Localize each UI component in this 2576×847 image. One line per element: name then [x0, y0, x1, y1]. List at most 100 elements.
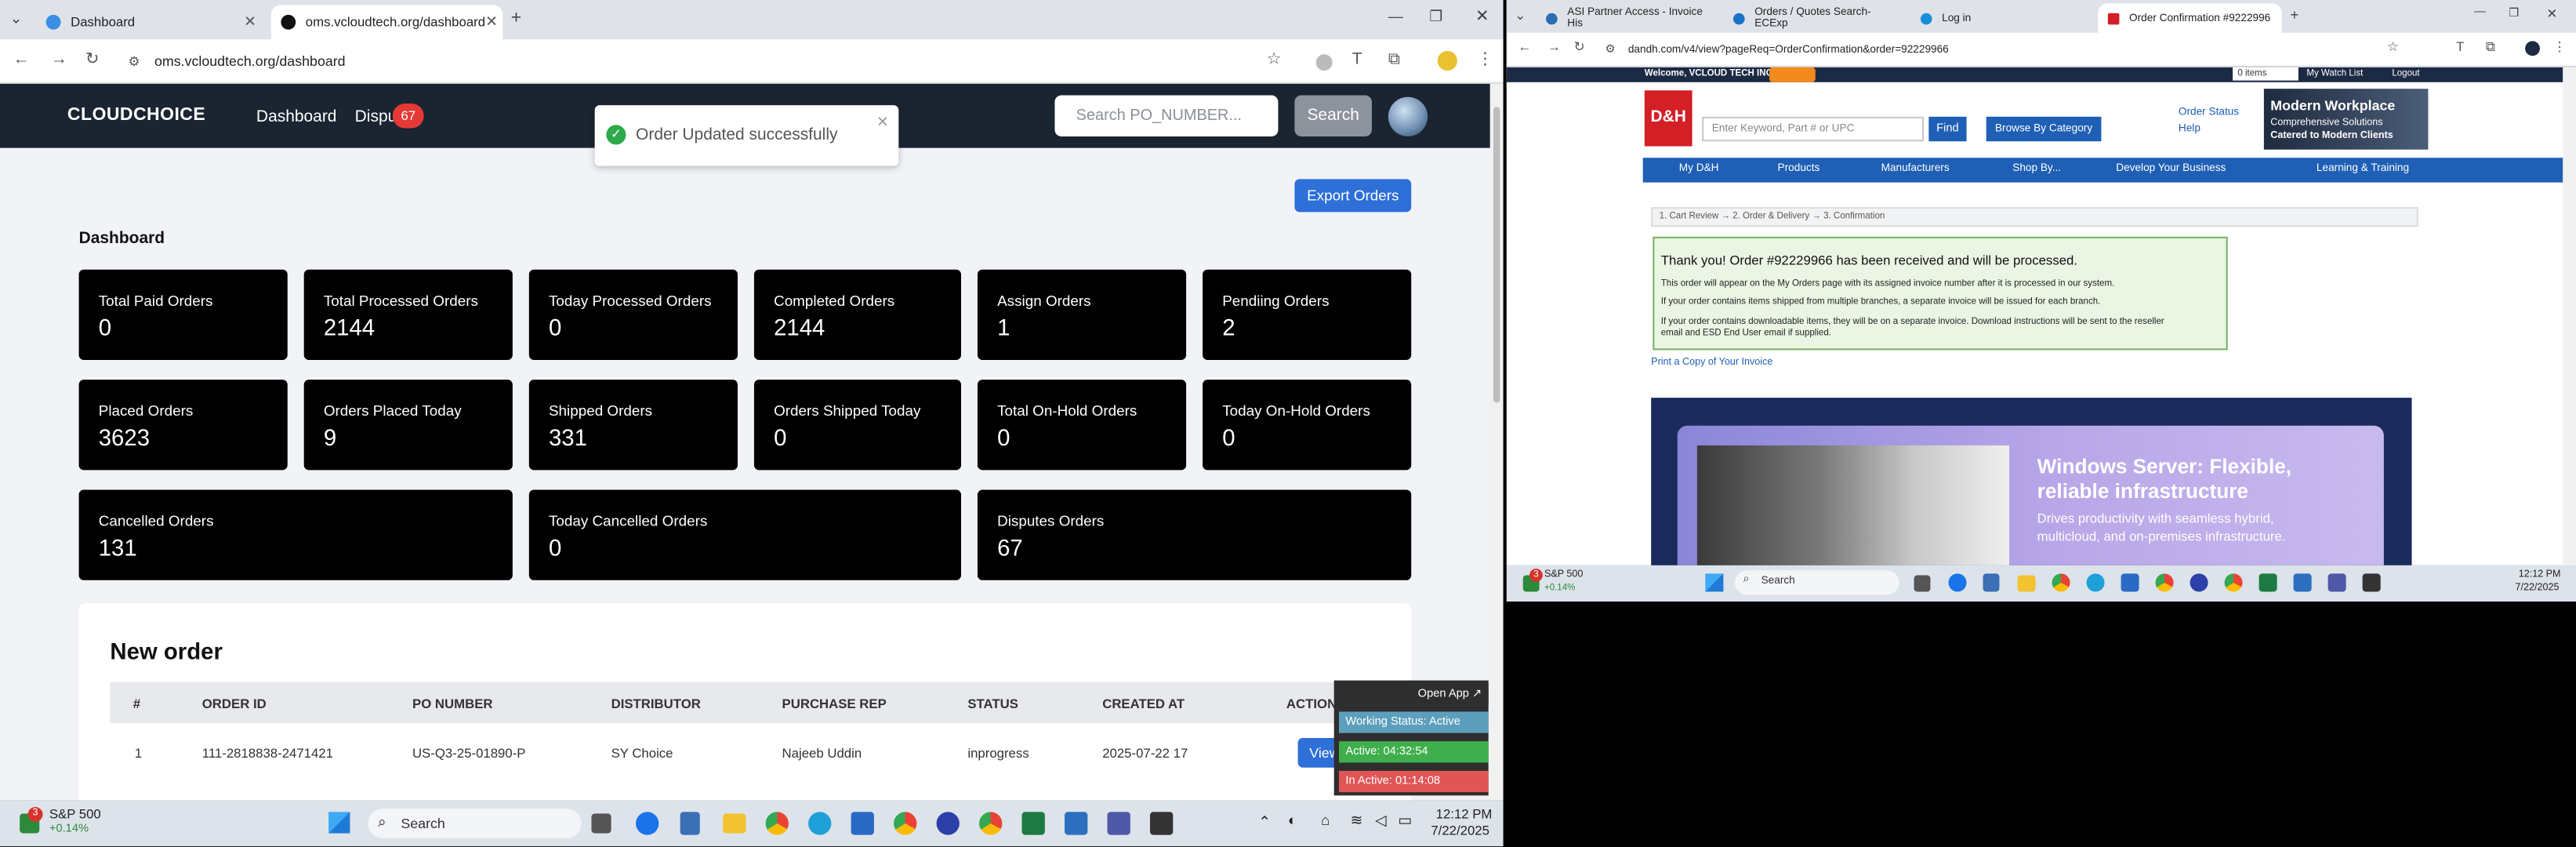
close-tab-icon[interactable]: ✕: [244, 13, 256, 31]
tab-orders-quotes[interactable]: Orders / Quotes Search- ECExp: [1723, 3, 1907, 33]
calculator-icon[interactable]: [680, 812, 700, 835]
tray-monitor-icon[interactable]: ⌂: [1321, 812, 1330, 828]
edge-icon[interactable]: [2086, 573, 2105, 592]
watch-list-link[interactable]: My Watch List: [2306, 69, 2363, 79]
chrome-icon[interactable]: [765, 812, 789, 835]
reload-icon[interactable]: ↻: [1574, 39, 1585, 54]
reload-icon[interactable]: ↻: [85, 51, 100, 69]
nav-disputes[interactable]: Dispu: [355, 108, 397, 126]
battery-icon[interactable]: ▭: [1398, 812, 1412, 830]
menu-manufacturers[interactable]: Manufacturers: [1881, 162, 1950, 174]
site-info-icon[interactable]: ⚙: [128, 49, 140, 74]
file-explorer-icon[interactable]: [2017, 575, 2036, 592]
bookmark-star-icon[interactable]: ☆: [1267, 51, 1282, 69]
forward-icon[interactable]: →: [1547, 39, 1561, 54]
wifi-icon[interactable]: ≋: [1351, 812, 1363, 830]
stat-card[interactable]: Pendiing Orders 2: [1203, 269, 1412, 360]
print-invoice-link[interactable]: Print a Copy of Your Invoice: [1651, 358, 1772, 369]
back-icon[interactable]: ←: [13, 51, 30, 69]
outlook-icon[interactable]: [2121, 573, 2139, 592]
logout-link[interactable]: Logout: [2392, 69, 2419, 79]
sticky-app-icon[interactable]: [2362, 573, 2381, 592]
tab-oms-dashboard[interactable]: oms.vcloudtech.org/dashboard ✕: [270, 5, 503, 40]
minimize-icon[interactable]: —: [1388, 8, 1403, 24]
dh-search-input[interactable]: Enter Keyword, Part # or UPC: [1702, 116, 1925, 142]
stat-card[interactable]: Disputes Orders 67: [977, 489, 1412, 580]
zoom-icon[interactable]: [936, 812, 960, 835]
back-icon[interactable]: ←: [1518, 39, 1531, 54]
scrollbar-thumb[interactable]: [1493, 107, 1500, 403]
tab-asi-partner[interactable]: ASI Partner Access - Invoice His: [1536, 3, 1720, 33]
remote-desktop-icon[interactable]: [1065, 812, 1088, 835]
help-link[interactable]: Help: [2179, 123, 2200, 135]
tray-chevron-icon[interactable]: ⌃: [1258, 813, 1271, 831]
clock-time[interactable]: 12:12 PM: [1436, 807, 1493, 822]
maximize-icon[interactable]: ❐: [2509, 6, 2519, 20]
calculator-icon[interactable]: [1983, 573, 2000, 592]
stat-card[interactable]: Total On-Hold Orders 0: [977, 380, 1187, 471]
menu-learning-training[interactable]: Learning & Training: [2317, 162, 2409, 174]
minimize-icon[interactable]: —: [2474, 6, 2486, 18]
chrome-profile-icon[interactable]: [894, 812, 917, 835]
close-window-icon[interactable]: ✕: [2546, 6, 2557, 21]
bookmark-star-icon[interactable]: ☆: [2387, 39, 2399, 54]
search-button[interactable]: Search: [1294, 95, 1372, 136]
cloudchoice-logo[interactable]: CLOUDCHOICE: [67, 105, 205, 125]
copilot-icon[interactable]: [1948, 573, 1967, 592]
stat-card[interactable]: Completed Orders 2144: [753, 269, 961, 360]
clock-date[interactable]: 7/22/2025: [1431, 823, 1489, 838]
menu-shop-by[interactable]: Shop By...: [2012, 162, 2061, 174]
windows-start-icon[interactable]: [1705, 573, 1724, 592]
clock-date[interactable]: 7/22/2025: [2516, 583, 2560, 594]
volume-icon[interactable]: ◁: [1375, 812, 1387, 830]
excel-icon[interactable]: [2259, 573, 2277, 592]
chrome-alt-icon[interactable]: [2224, 573, 2243, 592]
windows-server-banner[interactable]: Windows Server: Flexible, reliable infra…: [1651, 398, 2412, 565]
tab-log-in[interactable]: Log in: [1910, 3, 2095, 33]
close-tab-icon[interactable]: ✕: [485, 13, 498, 31]
nav-dashboard[interactable]: Dashboard: [256, 108, 337, 126]
po-search-input[interactable]: Search PO_NUMBER...: [1054, 95, 1279, 136]
menu-products[interactable]: Products: [1778, 162, 1820, 174]
order-status-link[interactable]: Order Status: [2179, 107, 2239, 118]
new-tab-icon[interactable]: +: [2290, 6, 2298, 23]
url-field[interactable]: ⚙ dandh.com/v4/view?pageReq=OrderConfirm…: [1602, 39, 1948, 60]
task-view-icon[interactable]: [1914, 575, 1931, 592]
teams-icon[interactable]: [2327, 573, 2346, 592]
taskbar-search[interactable]: ⌕ Search: [368, 809, 582, 838]
chrome-icon[interactable]: [2052, 573, 2070, 592]
stat-card[interactable]: Total Processed Orders 2144: [303, 269, 513, 360]
tab-dashboard[interactable]: Dashboard ✕: [36, 5, 266, 39]
stat-card[interactable]: Shipped Orders 331: [528, 380, 738, 471]
chrome-alt-icon[interactable]: [979, 812, 1003, 835]
taskbar-search[interactable]: ⌕ Search: [1735, 570, 1899, 595]
dh-logo[interactable]: D&H: [1644, 90, 1693, 147]
stat-card[interactable]: Today Cancelled Orders 0: [528, 489, 961, 580]
user-avatar[interactable]: [1388, 96, 1428, 136]
translate-icon[interactable]: T: [2456, 39, 2464, 54]
stat-card[interactable]: Orders Shipped Today 0: [753, 380, 961, 471]
site-info-icon[interactable]: ⚙: [1605, 39, 1615, 60]
windows-start-icon[interactable]: [328, 812, 350, 834]
browse-category-button[interactable]: Browse By Category: [1986, 116, 2102, 142]
file-explorer-icon[interactable]: [723, 813, 746, 834]
translate-icon[interactable]: T: [1352, 51, 1362, 69]
tab-menu-icon[interactable]: ⌄: [1515, 8, 1526, 23]
sticky-app-icon[interactable]: [1149, 812, 1174, 835]
cart-items[interactable]: 0 items: [2233, 67, 2298, 81]
stat-card[interactable]: Cancelled Orders 131: [78, 489, 513, 580]
new-tab-icon[interactable]: +: [511, 8, 521, 27]
zoom-icon[interactable]: [2190, 573, 2208, 592]
alert-badge-icon[interactable]: [1769, 67, 1816, 82]
page-scrollbar[interactable]: [2563, 67, 2576, 565]
menu-develop-business[interactable]: Develop Your Business: [2116, 162, 2226, 174]
toast-close-icon[interactable]: ✕: [876, 114, 889, 132]
teams-icon[interactable]: [1107, 812, 1130, 835]
chrome-profile-icon[interactable]: [2155, 573, 2174, 592]
stat-card[interactable]: Today Processed Orders 0: [528, 269, 738, 360]
browser-menu-icon[interactable]: ⋮: [1477, 51, 1493, 69]
stat-card[interactable]: Today On-Hold Orders 0: [1203, 380, 1412, 471]
remote-desktop-icon[interactable]: [2293, 573, 2312, 592]
stat-card[interactable]: Placed Orders 3623: [78, 380, 288, 471]
modern-workplace-ad[interactable]: Modern Workplace Comprehensive Solutions…: [2263, 89, 2429, 150]
